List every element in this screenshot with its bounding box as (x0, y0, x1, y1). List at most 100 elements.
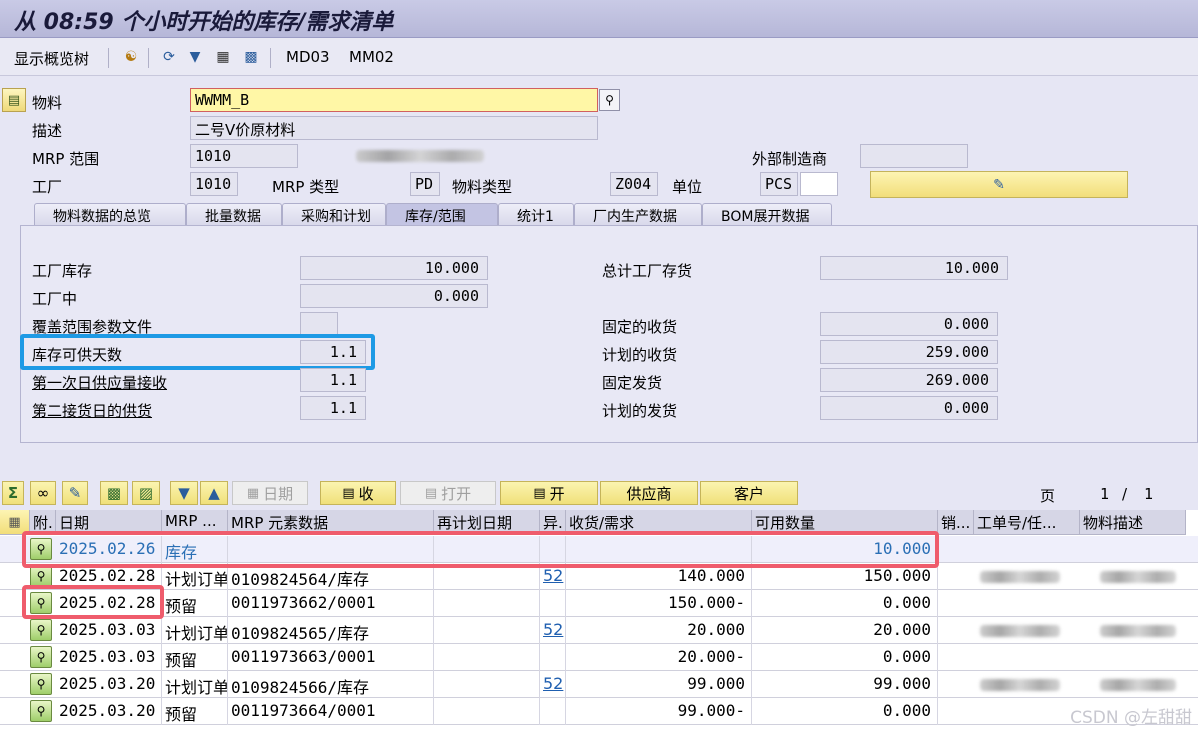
row-qty: 99.000 (566, 671, 752, 698)
row-data: 0011973662/0001 (228, 590, 434, 617)
expand-tree-icon[interactable]: ▩ (100, 481, 128, 505)
plant-stock-field: 10.000 (300, 256, 488, 280)
person-icon[interactable]: ☯ (120, 46, 142, 68)
filter-down-icon[interactable]: ▼ (170, 481, 198, 505)
blurred-order-number (980, 679, 1060, 691)
table-row[interactable]: ⚲ 2025.02.28 预留 0011973662/0001 150.000-… (0, 590, 1198, 617)
mrp-type-field: PD (410, 172, 440, 196)
row-date: 2025.03.03 (56, 617, 162, 644)
in-plant-label: 工厂中 (32, 290, 78, 308)
row-exception[interactable]: 52 (540, 671, 566, 698)
material-type-label: 物料类型 (452, 178, 513, 196)
receipt-icon: ▤ (342, 485, 355, 501)
pencil-icon[interactable]: ✎ (62, 481, 88, 505)
page-label: 页 (1040, 487, 1056, 505)
in-plant-field: 0.000 (300, 284, 488, 308)
planned-issues-field: 0.000 (820, 396, 998, 420)
detail-view-icon[interactable]: ⚲ (30, 700, 52, 722)
tab-bom-explosion[interactable]: BOM展开数据 (702, 203, 832, 226)
blurred-material-desc (1100, 625, 1176, 637)
table-row[interactable]: ⚲ 2025.03.03 预留 0011973663/0001 20.000- … (0, 644, 1198, 671)
table-row[interactable]: ⚲ 2025.03.20 计划订单 0109824566/库存 52 99.00… (0, 671, 1198, 698)
settings-icon[interactable]: ▦ (212, 46, 234, 68)
detail-view-icon[interactable]: ⚲ (30, 619, 52, 641)
row-reschedule (434, 671, 540, 698)
row-qty: 99.000- (566, 698, 752, 725)
plant-stock-label: 工厂库存 (32, 262, 93, 280)
open-button[interactable]: ▤ 打开 (400, 481, 496, 505)
detail-view-icon[interactable]: ⚲ (30, 673, 52, 695)
description-field: 二号V价原材料 (190, 116, 598, 140)
filter-icon[interactable]: ▼ (184, 46, 206, 68)
date-icon: ▦ (246, 485, 260, 501)
tab-lot-size[interactable]: 批量数据 (186, 203, 282, 226)
mrp-type-label: MRP 类型 (272, 178, 340, 196)
row-data: 0109824565/库存 (228, 617, 434, 644)
row-available: 0.000 (752, 698, 938, 725)
unit-label: 单位 (672, 178, 703, 196)
planned-receipts-label: 计划的收货 (602, 346, 678, 364)
receipt-button-label: 收 (358, 484, 374, 503)
stock-row-highlight (22, 531, 939, 568)
document-icon: ▤ (533, 485, 546, 501)
mm02-button[interactable]: MM02 (349, 48, 394, 66)
vendor-button-label: 供应商 (626, 484, 672, 503)
row-exception (540, 698, 566, 725)
row-data: 0109824566/库存 (228, 671, 434, 698)
mrp-area-field: 1010 (190, 144, 298, 168)
detail-view-icon[interactable]: ⚲ (30, 565, 52, 587)
customer-button[interactable]: 客户 (700, 481, 798, 505)
detail-view-icon[interactable]: ⚲ (30, 646, 52, 668)
row-exception[interactable]: 52 (540, 617, 566, 644)
tab-material-overview[interactable]: 物料数据的总览 (34, 203, 186, 226)
customer-button-label: 客户 (733, 484, 764, 503)
row-date: 2025.03.20 (56, 671, 162, 698)
stock-days-highlight (20, 334, 375, 370)
row-reschedule (434, 617, 540, 644)
row-available: 99.000 (752, 671, 938, 698)
navigation-icon[interactable]: ▤ (2, 88, 26, 112)
edit-icon[interactable]: ✎ (870, 171, 1128, 198)
search-icon[interactable]: ⚲ (599, 89, 620, 111)
blurred-material-desc (1100, 679, 1176, 691)
row-exception (540, 644, 566, 671)
md03-button[interactable]: MD03 (286, 48, 330, 66)
row-element: 预留 (162, 590, 228, 617)
glasses-icon[interactable]: ∞ (30, 481, 56, 505)
material-input[interactable]: WWMM_B (190, 88, 598, 112)
receipt-button[interactable]: ▤ 收 (320, 481, 396, 505)
export-icon[interactable]: ▩ (240, 46, 262, 68)
tab-procurement[interactable]: 采购和计划 (282, 203, 386, 226)
material-type-field: Z004 (610, 172, 658, 196)
page-total: 1 (1144, 485, 1154, 503)
filter-up-icon[interactable]: ▲ (200, 481, 228, 505)
table-row[interactable]: ⚲ 2025.03.03 计划订单 0109824565/库存 52 20.00… (0, 617, 1198, 644)
tab-statistics[interactable]: 统计1 (498, 203, 574, 226)
open-icon: ▤ (424, 485, 438, 501)
total-plant-stock-label: 总计工厂存货 (602, 262, 693, 280)
reservation-date-highlight (22, 585, 164, 619)
collapse-tree-icon[interactable]: ▨ (132, 481, 160, 505)
tab-in-house-production[interactable]: 厂内生产数据 (574, 203, 702, 226)
external-manufacturer-field (860, 144, 968, 168)
firm-receipts-label: 固定的收货 (602, 318, 678, 336)
col-material-desc[interactable]: 物料描述 (1080, 510, 1186, 535)
page-current: 1 (1100, 485, 1110, 503)
table-row[interactable]: ⚲ 2025.03.20 预留 0011973664/0001 99.000- … (0, 698, 1198, 725)
refresh-icon[interactable]: ⟳ (158, 46, 180, 68)
show-tree-button[interactable]: 显示概览树 (14, 48, 89, 69)
row-exception (540, 590, 566, 617)
date-button[interactable]: ▦ 日期 (232, 481, 308, 505)
first-receipt-label[interactable]: 第一次日供应量接收 (32, 372, 167, 393)
second-receipt-label[interactable]: 第二接货日的供货 (32, 400, 152, 421)
row-data: 0011973664/0001 (228, 698, 434, 725)
planned-issues-label: 计划的发货 (602, 402, 678, 420)
col-sales[interactable]: 销... (938, 510, 974, 535)
plant-field: 1010 (190, 172, 238, 196)
open2-button[interactable]: ▤ 开 (500, 481, 598, 505)
date-button-label: 日期 (263, 484, 294, 503)
tab-stock-coverage[interactable]: 库存/范围 (386, 203, 498, 226)
sum-icon[interactable]: Σ (2, 481, 24, 505)
vendor-button[interactable]: 供应商 (600, 481, 698, 505)
col-order-number[interactable]: 工单号/任... (974, 510, 1080, 535)
